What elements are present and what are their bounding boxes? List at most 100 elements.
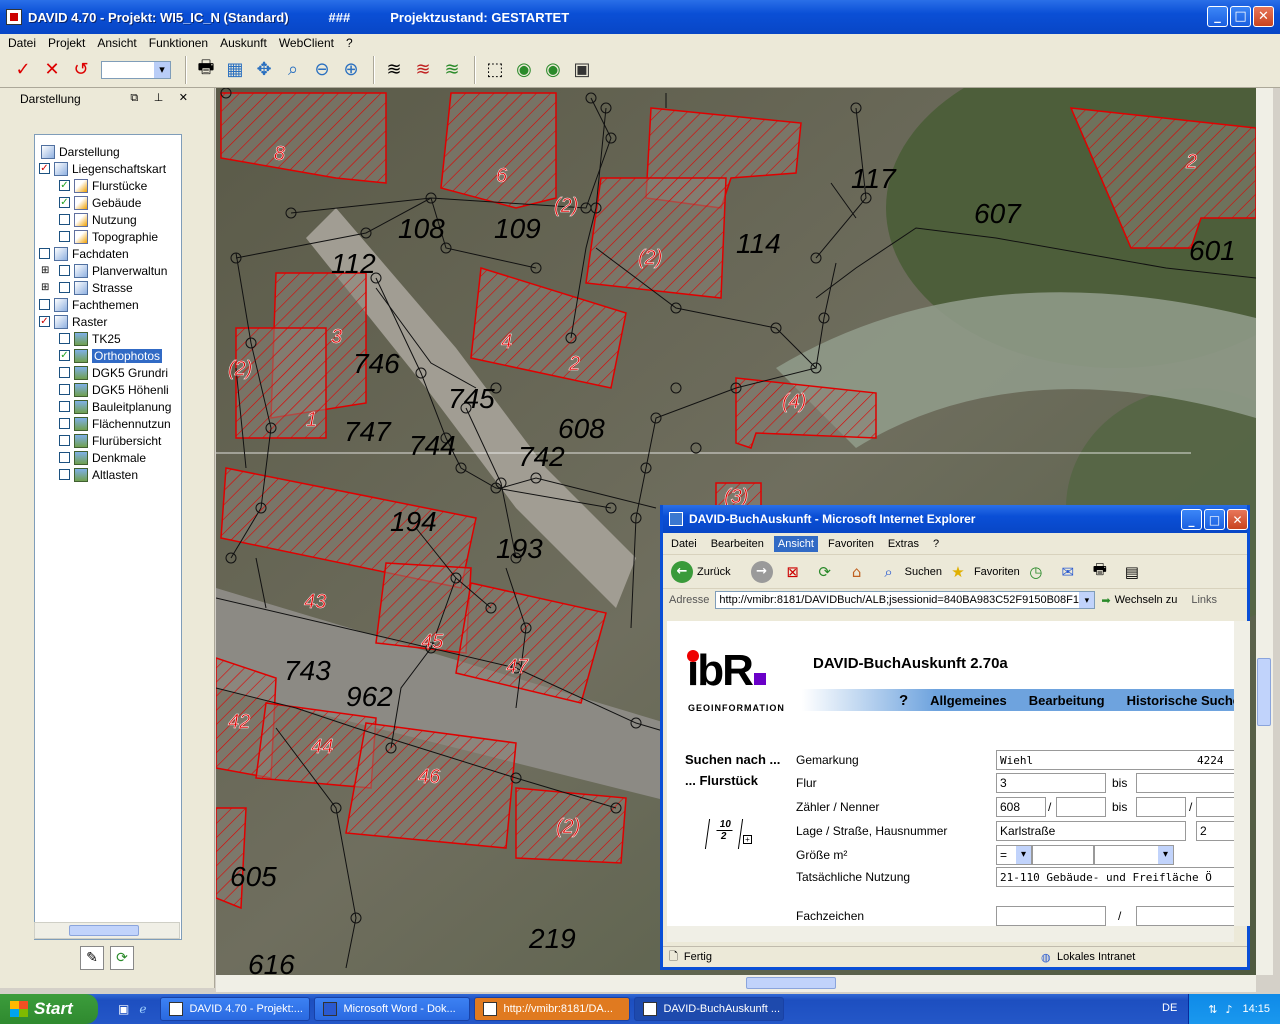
strasse-field[interactable]: Karlstraße	[996, 821, 1186, 841]
tree-item[interactable]: Bauleitplanung	[59, 398, 171, 415]
network-icon[interactable]: ⇅	[1208, 1003, 1217, 1016]
scroll-thumb[interactable]	[69, 925, 139, 936]
back-arrow-icon[interactable]: ←	[671, 560, 693, 583]
tree-item-label[interactable]: Denkmale	[92, 451, 146, 465]
ie-menu-extras[interactable]: Extras	[888, 538, 919, 550]
zaehler-field[interactable]: 608	[996, 797, 1046, 817]
nenner-bis-field[interactable]	[1196, 797, 1234, 817]
start-button[interactable]: Start	[0, 994, 98, 1024]
tree-item-label[interactable]: Raster	[72, 315, 107, 329]
layer-checkbox[interactable]	[59, 435, 70, 446]
ie-maximize-button[interactable]: □	[1204, 509, 1225, 530]
scroll-thumb[interactable]	[1257, 658, 1271, 726]
tree-item[interactable]: DGK5 Höhenli	[59, 381, 169, 398]
panel-buttons[interactable]: ⧉ ⊥ ✕	[130, 91, 194, 105]
forward-arrow-icon[interactable]: →	[750, 560, 773, 583]
layer-checkbox[interactable]	[59, 367, 70, 378]
maximize-button[interactable]: □	[1230, 6, 1251, 27]
measure-icon[interactable]: ▣	[569, 57, 595, 83]
edit-icon[interactable]: ▤	[1121, 561, 1143, 583]
layer-checkbox[interactable]	[59, 265, 70, 276]
stop-icon[interactable]: ⊠	[782, 561, 804, 583]
building-outline[interactable]	[585, 177, 727, 299]
nav-bearbeitung[interactable]: Bearbeitung	[1029, 693, 1105, 708]
tree-item[interactable]: Nutzung	[59, 211, 137, 228]
ie-menu-help[interactable]: ?	[933, 538, 939, 550]
tree-item-label[interactable]: Flurstücke	[92, 179, 147, 193]
layer-checkbox[interactable]: ✓	[39, 163, 50, 174]
tree-item[interactable]: ✓ Orthophotos	[59, 347, 163, 364]
tree-item[interactable]: Flächennutzun	[59, 415, 171, 432]
hausnummer-field[interactable]: 2	[1196, 821, 1234, 841]
tree-item-label[interactable]: Liegenschaftskart	[72, 162, 166, 176]
menu-datei[interactable]: Datei	[8, 36, 36, 50]
layer-add-icon[interactable]: ≋	[439, 57, 465, 83]
tree-item-label[interactable]: Topographie	[92, 230, 158, 244]
quicklaunch-desktop-icon[interactable]: ▣	[118, 1002, 129, 1016]
tree-item-label[interactable]: Fachthemen	[72, 298, 139, 312]
layer-checkbox[interactable]: ✓	[39, 316, 50, 327]
home-icon[interactable]: ⌂	[846, 561, 868, 583]
print-icon[interactable]: 🖶	[1089, 560, 1111, 583]
nav-historische-suche[interactable]: Historische Suche	[1127, 693, 1234, 708]
menu-help[interactable]: ?	[346, 36, 353, 50]
groesse-field[interactable]	[1032, 845, 1094, 865]
ie-menu-datei[interactable]: Datei	[671, 538, 697, 550]
tree-horizontal-scrollbar[interactable]	[34, 922, 180, 939]
flur-field[interactable]: 3	[996, 773, 1106, 793]
ie-title-bar[interactable]: DAVID-BuchAuskunft - Microsoft Internet …	[663, 505, 1248, 533]
fachzeichen-field[interactable]	[996, 906, 1106, 926]
tree-item[interactable]: DGK5 Grundri	[59, 364, 168, 381]
zoom-in-icon[interactable]: ⊕	[338, 57, 364, 83]
flur-bis-field[interactable]	[1136, 773, 1234, 793]
tree-item[interactable]: Flurübersicht	[59, 432, 161, 449]
layer-checkbox[interactable]	[59, 418, 70, 429]
tree-item-label[interactable]: Darstellung	[59, 145, 120, 159]
favorites-star-icon[interactable]: ★	[947, 561, 969, 583]
tree-item-label[interactable]: Flurübersicht	[92, 434, 161, 448]
menu-webclient[interactable]: WebClient	[279, 36, 334, 50]
layer-checkbox[interactable]	[59, 469, 70, 480]
tree-item-label[interactable]: Altlasten	[92, 468, 138, 482]
task-david[interactable]: DAVID 4.70 - Projekt:...	[160, 997, 311, 1021]
address-input[interactable]: http://vmibr:8181/DAVIDBuch/ALB;jsession…	[715, 591, 1096, 609]
layer-checkbox[interactable]: ✓	[59, 350, 70, 361]
tree-item-label[interactable]: Gebäude	[92, 196, 141, 210]
volume-icon[interactable]: ♪	[1225, 1003, 1232, 1016]
groesse-operator-select[interactable]: =	[996, 845, 1032, 865]
tree-item[interactable]: Darstellung	[41, 143, 120, 160]
zoom-icon[interactable]: ⌕	[280, 57, 306, 83]
layer-checkbox[interactable]	[59, 401, 70, 412]
tree-item[interactable]: Fachthemen	[39, 296, 139, 313]
go-button[interactable]: Wechseln zu	[1115, 594, 1178, 606]
ie-vertical-scrollbar[interactable]	[1234, 621, 1250, 926]
search-icon[interactable]: ⌕	[878, 561, 900, 583]
task-browser[interactable]: http://vmibr:8181/DA...	[474, 997, 631, 1021]
refresh-icon[interactable]: ⟳	[110, 946, 134, 970]
tree-item[interactable]: Fachdaten	[39, 245, 129, 262]
nav-help[interactable]: ?	[899, 692, 908, 709]
layer-checkbox[interactable]	[39, 248, 50, 259]
map-view-icon[interactable]: ▦	[222, 57, 248, 83]
close-button[interactable]: ✕	[1253, 6, 1274, 27]
expand-plus-icon[interactable]: +	[743, 835, 752, 844]
ie-menu-bearbeiten[interactable]: Bearbeiten	[711, 538, 764, 550]
expand-icon[interactable]: ⊞	[41, 265, 49, 276]
task-word[interactable]: Microsoft Word - Dok...	[314, 997, 471, 1021]
tree-item[interactable]: Altlasten	[59, 466, 138, 483]
layer-tree[interactable]: Darstellung ✓ Liegenschaftskart ✓ Flurstücke…	[34, 134, 182, 940]
undo-icon[interactable]: ↺	[68, 57, 94, 83]
ie-menu-ansicht[interactable]: Ansicht	[773, 535, 818, 552]
tree-item-label[interactable]: Planverwaltun	[92, 264, 167, 278]
pan-icon[interactable]: ✥	[251, 57, 277, 83]
minimize-button[interactable]: _	[1207, 6, 1228, 27]
building-outline[interactable]	[440, 92, 557, 209]
brush-icon[interactable]: ✎	[80, 946, 104, 970]
layer-checkbox[interactable]	[59, 231, 70, 242]
scale-combo[interactable]	[101, 60, 171, 79]
select-area-icon[interactable]: ⬚	[482, 57, 508, 83]
tree-item-label[interactable]: DGK5 Grundri	[92, 366, 168, 380]
menu-projekt[interactable]: Projekt	[48, 36, 85, 50]
building-outline[interactable]	[216, 807, 247, 910]
tree-item-label[interactable]: Bauleitplanung	[92, 400, 171, 414]
